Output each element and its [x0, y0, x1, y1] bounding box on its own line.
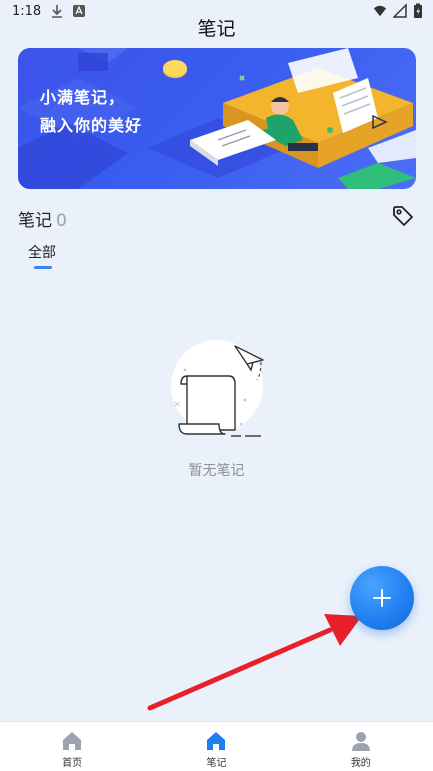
nav-item-profile[interactable]: 我的	[289, 722, 433, 771]
plus-icon	[373, 589, 391, 607]
notes-heading: 笔记 0	[18, 206, 67, 231]
notes-count: 0	[56, 211, 67, 231]
empty-state-text: 暂无笔记	[188, 463, 245, 479]
nav-label-notes: 笔记	[206, 758, 227, 769]
add-note-button[interactable]	[350, 566, 414, 630]
red-arrow-annotation	[147, 614, 362, 711]
home-icon	[63, 732, 82, 750]
person-icon	[351, 732, 370, 751]
banner[interactable]: 小满笔记， 融入你的美好	[18, 48, 416, 189]
banner-line1: 小满笔记，	[40, 88, 126, 107]
notes-home-icon	[207, 732, 226, 750]
nav-item-notes[interactable]: 笔记	[144, 722, 288, 771]
tab-active-indicator	[34, 266, 52, 269]
nav-label-home: 首页	[62, 758, 83, 769]
banner-line2: 融入你的美好	[40, 116, 143, 135]
tab-all[interactable]: 全部	[28, 242, 56, 262]
notes-heading-label: 笔记	[18, 211, 52, 231]
empty-notes-illustration	[171, 340, 264, 437]
nav-item-home[interactable]: 首页	[0, 722, 144, 771]
bottom-nav: 首页 笔记 我的	[0, 721, 433, 771]
nav-label-profile: 我的	[350, 758, 371, 769]
page-title: 笔记	[197, 18, 236, 40]
tag-icon[interactable]	[391, 204, 415, 228]
